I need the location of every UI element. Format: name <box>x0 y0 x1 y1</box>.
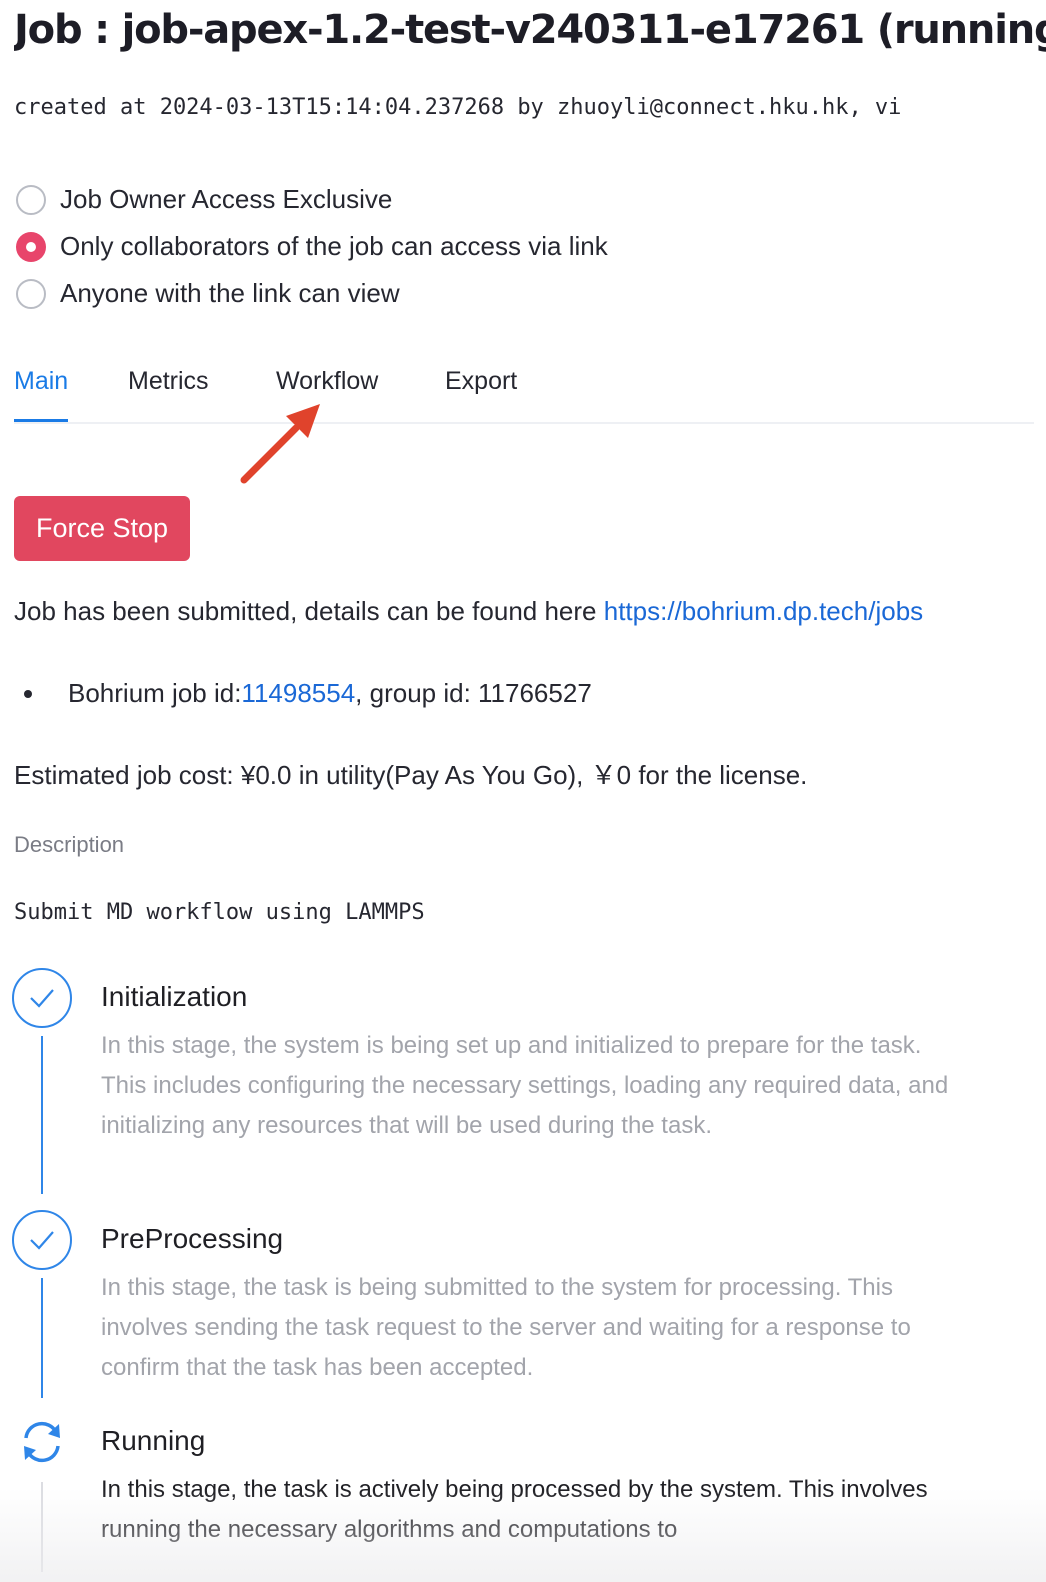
group-id-text: , group id: 11766527 <box>355 678 592 708</box>
job-id-label: Bohrium job id: <box>68 678 242 708</box>
radio-anyone-with-link[interactable]: Anyone with the link can view <box>16 270 608 317</box>
step-connector <box>41 1036 43 1194</box>
radio-button-selected[interactable] <box>16 231 46 262</box>
radio-collaborators-only[interactable]: Only collaborators of the job can access… <box>16 223 608 270</box>
radio-label: Anyone with the link can view <box>60 278 400 308</box>
step-description: In this stage, the task is being submitt… <box>101 1274 911 1381</box>
workflow-steps: Initialization In this stage, the system… <box>12 968 972 1572</box>
page-title: Job : job-apex-1.2-test-v240311-e17261 (… <box>14 7 1046 53</box>
submission-text: Job has been submitted, details can be f… <box>14 596 604 626</box>
sync-icon <box>12 1412 72 1472</box>
radio-label: Only collaborators of the job can access… <box>60 231 608 261</box>
tab-metrics[interactable]: Metrics <box>128 364 209 422</box>
description-text: Submit MD workflow using LAMMPS <box>14 900 425 925</box>
tab-bar: Main Metrics Workflow Export <box>14 356 1034 424</box>
tab-export[interactable]: Export <box>445 364 517 422</box>
step-connector <box>41 1482 43 1572</box>
check-icon <box>12 1210 72 1270</box>
tab-main[interactable]: Main <box>14 364 69 422</box>
created-info: created at 2024-03-13T15:14:04.237268 by… <box>14 95 902 120</box>
estimated-cost: Estimated job cost: ¥0.0 in utility(Pay … <box>14 760 808 790</box>
step-description: In this stage, the task is actively bein… <box>101 1476 928 1543</box>
step-preprocessing: PreProcessing In this stage, the task is… <box>12 1210 972 1412</box>
job-id-item: Bohrium job id: 11498554, group id: 1176… <box>14 678 592 709</box>
force-stop-button[interactable]: Force Stop <box>14 496 190 561</box>
check-icon <box>12 968 72 1028</box>
radio-button[interactable] <box>16 184 46 215</box>
step-connector <box>41 1278 43 1398</box>
arrow-annotation-icon <box>240 404 320 484</box>
radio-owner-exclusive[interactable]: Job Owner Access Exclusive <box>16 176 608 223</box>
step-title: Running <box>101 1425 206 1456</box>
bullet-icon <box>24 689 32 698</box>
access-radio-group: Job Owner Access Exclusive Only collabor… <box>16 176 608 317</box>
jobs-link[interactable]: https://bohrium.dp.tech/jobs <box>604 596 923 626</box>
step-description: In this stage, the system is being set u… <box>101 1032 949 1139</box>
submission-message: Job has been submitted, details can be f… <box>14 596 923 627</box>
radio-button[interactable] <box>16 278 46 309</box>
job-id-link[interactable]: 11498554 <box>241 678 355 709</box>
step-title: Initialization <box>101 981 248 1012</box>
step-initialization: Initialization In this stage, the system… <box>12 968 972 1210</box>
description-label: Description <box>14 832 125 857</box>
step-title: PreProcessing <box>101 1223 284 1254</box>
step-running: Running In this stage, the task is activ… <box>12 1412 972 1572</box>
radio-label: Job Owner Access Exclusive <box>60 184 393 214</box>
